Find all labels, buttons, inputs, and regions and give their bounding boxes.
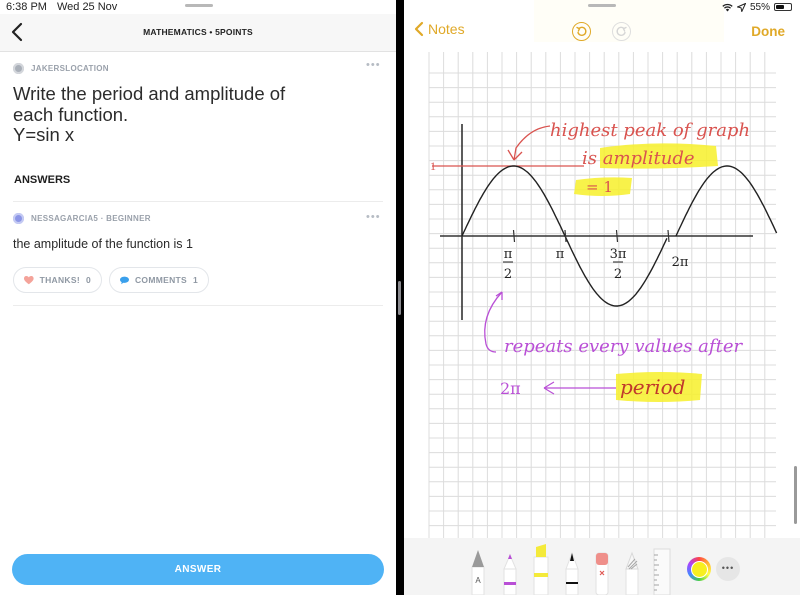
question-line: Write the period and amplitude of bbox=[13, 83, 286, 104]
split-view-divider[interactable] bbox=[396, 0, 404, 595]
undo-button[interactable] bbox=[572, 22, 591, 41]
status-bar-right: 55% bbox=[722, 0, 792, 14]
pencil-tool[interactable] bbox=[564, 549, 580, 595]
purple-arrow-left bbox=[543, 381, 616, 395]
answer-author-row[interactable]: NESSAGARCIA5 · BEGINNER bbox=[13, 213, 151, 224]
notes-back-label: Notes bbox=[428, 21, 465, 37]
answers-heading: ANSWERS bbox=[14, 174, 71, 186]
comments-button[interactable]: COMMENTS 1 bbox=[109, 267, 209, 293]
answer-more-options-icon[interactable]: ••• bbox=[366, 211, 381, 223]
markup-toolbar: A ••• bbox=[404, 538, 800, 595]
question-more-options-icon[interactable]: ••• bbox=[366, 59, 381, 71]
location-arrow-icon bbox=[736, 2, 746, 12]
multitask-grabber[interactable] bbox=[588, 4, 616, 7]
divider bbox=[13, 201, 383, 202]
y-label-one: 1 bbox=[430, 159, 436, 173]
answer-author[interactable]: NESSAGARCIA5 · BEGINNER bbox=[31, 214, 151, 223]
pen-tool[interactable]: A bbox=[470, 549, 486, 595]
annotation-period: period bbox=[620, 375, 685, 399]
battery-icon bbox=[774, 3, 792, 11]
nav-bar: MATHEMATICS • 5POINTS bbox=[0, 14, 396, 52]
avatar[interactable] bbox=[13, 213, 24, 224]
question-author[interactable]: JAKERSLOCATION bbox=[31, 64, 109, 73]
annotation-repeats: repeats every values after bbox=[504, 336, 743, 357]
multitask-grabber[interactable] bbox=[185, 4, 213, 7]
pen-label-icon: A bbox=[475, 576, 481, 585]
more-tools-icon[interactable]: ••• bbox=[716, 557, 740, 581]
wifi-icon bbox=[722, 3, 733, 11]
marker-tool[interactable] bbox=[502, 549, 518, 595]
notes-back-button[interactable]: Notes bbox=[414, 21, 465, 37]
battery-level bbox=[776, 5, 784, 9]
answer-button[interactable]: ANSWER bbox=[12, 554, 384, 585]
comments-label: COMMENTS bbox=[134, 275, 187, 285]
status-time: 6:38 PM bbox=[6, 1, 47, 13]
thanks-label: THANKS! bbox=[39, 275, 80, 285]
comment-bubble-icon bbox=[120, 276, 129, 284]
comments-count: 1 bbox=[192, 275, 198, 285]
highlighter-tool[interactable] bbox=[532, 543, 550, 595]
heart-icon bbox=[24, 275, 34, 284]
x-tick-label: π bbox=[504, 247, 513, 262]
x-tick-label: π bbox=[556, 247, 565, 262]
ruler-tool[interactable] bbox=[653, 547, 671, 595]
chevron-left-icon bbox=[414, 21, 424, 37]
undo-icon bbox=[576, 26, 587, 37]
nav-title: MATHEMATICS • 5POINTS bbox=[143, 27, 253, 37]
annotation-highest-peak: highest peak of graph bbox=[550, 120, 750, 141]
redo-button[interactable] bbox=[612, 22, 631, 41]
question-line: each function. bbox=[13, 103, 129, 125]
thanks-count: 0 bbox=[85, 275, 91, 285]
answer-text: the amplitude of the function is 1 bbox=[13, 237, 193, 251]
scrollbar[interactable] bbox=[794, 466, 797, 524]
x-tick bbox=[512, 229, 516, 243]
question-line: Y=sin x bbox=[13, 124, 75, 145]
done-button[interactable]: Done bbox=[751, 24, 785, 39]
notes-app-pane: 1 π 2 π 3π 2 2π highest peak of graph is amplitu… bbox=[404, 0, 800, 595]
split-view-handle[interactable] bbox=[398, 281, 401, 315]
status-date: Wed 25 Nov bbox=[56, 1, 118, 13]
x-tick bbox=[615, 229, 619, 243]
redo-icon bbox=[616, 26, 627, 37]
status-bar-left: 6:38 PM Wed 25 Nov bbox=[6, 0, 117, 14]
thanks-button[interactable]: THANKS! 0 bbox=[13, 267, 102, 293]
annotation-two-pi: 2π bbox=[500, 379, 521, 398]
question-author-row[interactable]: JAKERSLOCATION bbox=[13, 63, 109, 74]
x-tick-label-denominator: 2 bbox=[504, 267, 512, 282]
divider bbox=[13, 305, 383, 306]
drawing-canvas[interactable]: 1π2π 3π22πhighest peak of graphis amplitu… bbox=[404, 0, 800, 595]
lasso-tool[interactable] bbox=[624, 549, 640, 595]
x-tick bbox=[564, 229, 567, 243]
sine-curve-second-period bbox=[675, 165, 778, 237]
eraser-tool[interactable] bbox=[594, 549, 610, 595]
x-tick-label: 2π bbox=[672, 255, 689, 270]
x-tick-label-denominator: 2 bbox=[614, 267, 622, 282]
notes-nav-bar: Notes Done bbox=[404, 14, 800, 50]
x-tick-label: 3π bbox=[610, 247, 627, 262]
color-picker-button[interactable] bbox=[687, 557, 711, 581]
battery-percent: 55% bbox=[749, 1, 770, 13]
annotation-equals-one: = 1 bbox=[586, 178, 613, 196]
question-text: Write the period and amplitude of each f… bbox=[13, 83, 383, 146]
avatar[interactable] bbox=[13, 63, 24, 74]
annotation-is-amplitude: is amplitude bbox=[582, 148, 695, 169]
x-tick bbox=[667, 229, 670, 243]
current-color-swatch bbox=[690, 560, 708, 578]
brainly-app-pane: 6:38 PM Wed 25 Nov MATHEMATICS • 5POINTS… bbox=[0, 0, 396, 595]
